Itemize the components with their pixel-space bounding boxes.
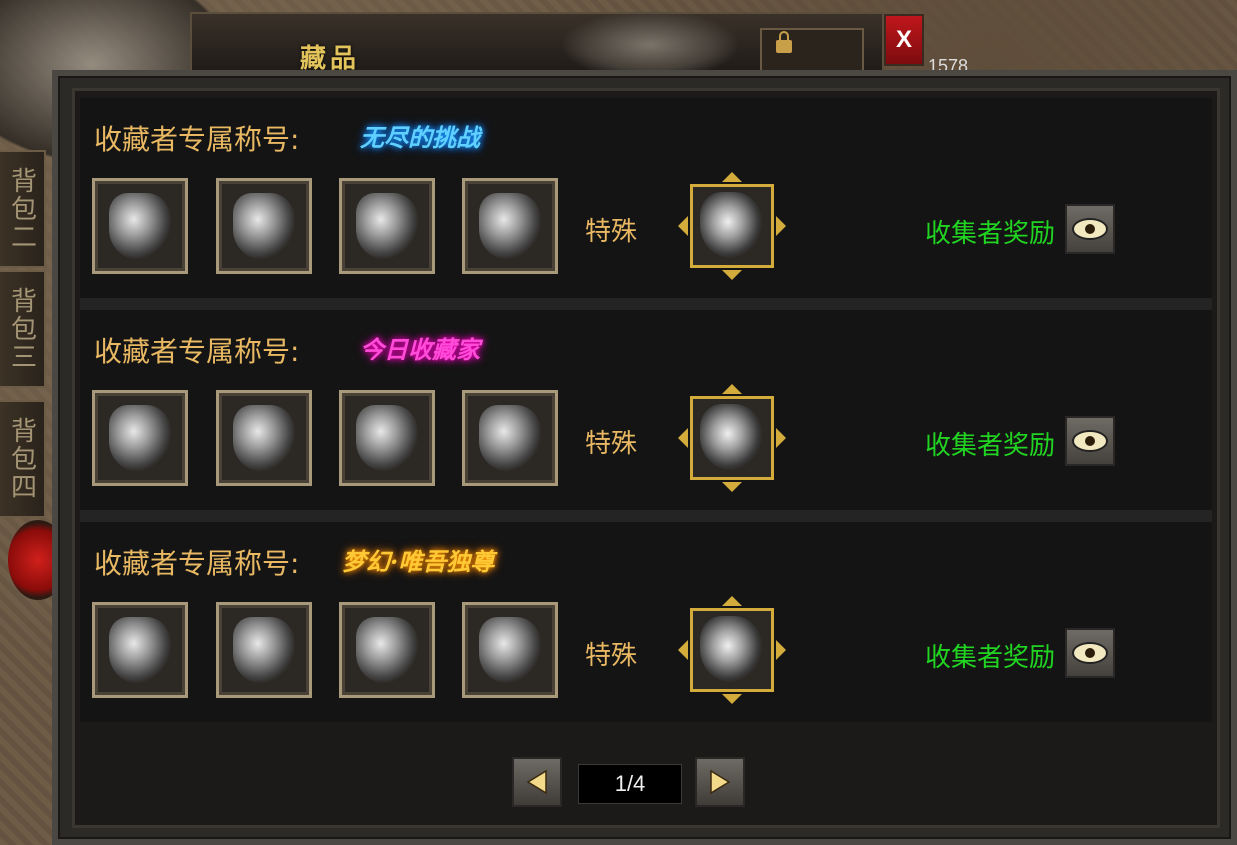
collection-row: 收藏者专属称号: 今日收藏家 特殊 收集者奖励	[80, 310, 1212, 510]
robe-icon	[356, 405, 418, 471]
view-reward-button[interactable]	[1065, 204, 1115, 254]
side-tab-label: 背包四	[6, 417, 37, 501]
item-slot[interactable]	[339, 390, 435, 486]
arrow-right-icon	[710, 769, 731, 795]
reward-label: 收集者奖励	[925, 431, 1056, 461]
exclusive-title: 无尽的挑战	[360, 123, 480, 152]
reward-label: 收集者奖励	[925, 219, 1056, 249]
collection-row: 收藏者专属称号: 梦幻·唯吾独尊 特殊 收集者奖励	[80, 522, 1212, 722]
item-slot[interactable]	[462, 390, 558, 486]
armor-icon	[356, 617, 418, 683]
item-slot[interactable]	[92, 390, 188, 486]
special-label: 特殊	[585, 429, 638, 459]
item-slot[interactable]	[462, 602, 558, 698]
special-label: 特殊	[585, 641, 638, 671]
robe-icon	[109, 405, 171, 471]
armor-icon	[700, 192, 762, 258]
close-button[interactable]: X	[884, 14, 924, 66]
item-slot[interactable]	[92, 178, 188, 274]
item-slot[interactable]	[92, 602, 188, 698]
eye-icon	[1072, 218, 1108, 240]
item-slot[interactable]	[216, 390, 312, 486]
item-slot[interactable]	[216, 602, 312, 698]
armor-icon	[479, 193, 541, 259]
row-divider	[80, 298, 1212, 310]
robe-icon	[233, 405, 295, 471]
item-slot[interactable]	[462, 178, 558, 274]
side-tab-bag4[interactable]: 背包四	[0, 400, 46, 518]
title-label: 收藏者专属称号:	[94, 547, 300, 580]
special-label: 特殊	[585, 217, 638, 247]
armor-icon	[233, 193, 295, 259]
row-divider	[80, 510, 1212, 522]
collection-row: 收藏者专属称号: 无尽的挑战 特殊 收集者奖励	[80, 98, 1212, 298]
side-tab-bag3[interactable]: 背包三	[0, 270, 46, 388]
armor-icon	[356, 193, 418, 259]
item-slot[interactable]	[339, 602, 435, 698]
special-item-slot[interactable]	[678, 596, 786, 704]
next-page-button[interactable]	[695, 757, 745, 807]
reward-label: 收集者奖励	[925, 643, 1056, 673]
exclusive-title: 今日收藏家	[360, 335, 480, 364]
armor-icon	[479, 617, 541, 683]
side-tab-label: 背包三	[6, 287, 37, 371]
armor-icon	[109, 193, 171, 259]
item-slot[interactable]	[339, 178, 435, 274]
side-tab-label: 背包二	[6, 167, 37, 251]
armor-icon	[700, 616, 762, 682]
eye-icon	[1072, 642, 1108, 664]
item-slot[interactable]	[216, 178, 312, 274]
page-indicator: 1/4	[578, 764, 682, 804]
arrow-left-icon	[526, 769, 547, 795]
robe-icon	[700, 404, 762, 470]
view-reward-button[interactable]	[1065, 416, 1115, 466]
special-item-slot[interactable]	[678, 172, 786, 280]
title-label: 收藏者专属称号:	[94, 123, 300, 156]
lock-slot[interactable]	[760, 28, 864, 76]
robe-icon	[479, 405, 541, 471]
armor-icon	[109, 617, 171, 683]
title-label: 收藏者专属称号:	[94, 335, 300, 368]
exclusive-title: 梦幻·唯吾独尊	[342, 547, 495, 576]
side-tab-bag2[interactable]: 背包二	[0, 150, 46, 268]
armor-icon	[233, 617, 295, 683]
view-reward-button[interactable]	[1065, 628, 1115, 678]
eye-icon	[1072, 430, 1108, 452]
special-item-slot[interactable]	[678, 384, 786, 492]
prev-page-button[interactable]	[512, 757, 562, 807]
lock-icon	[776, 31, 792, 53]
